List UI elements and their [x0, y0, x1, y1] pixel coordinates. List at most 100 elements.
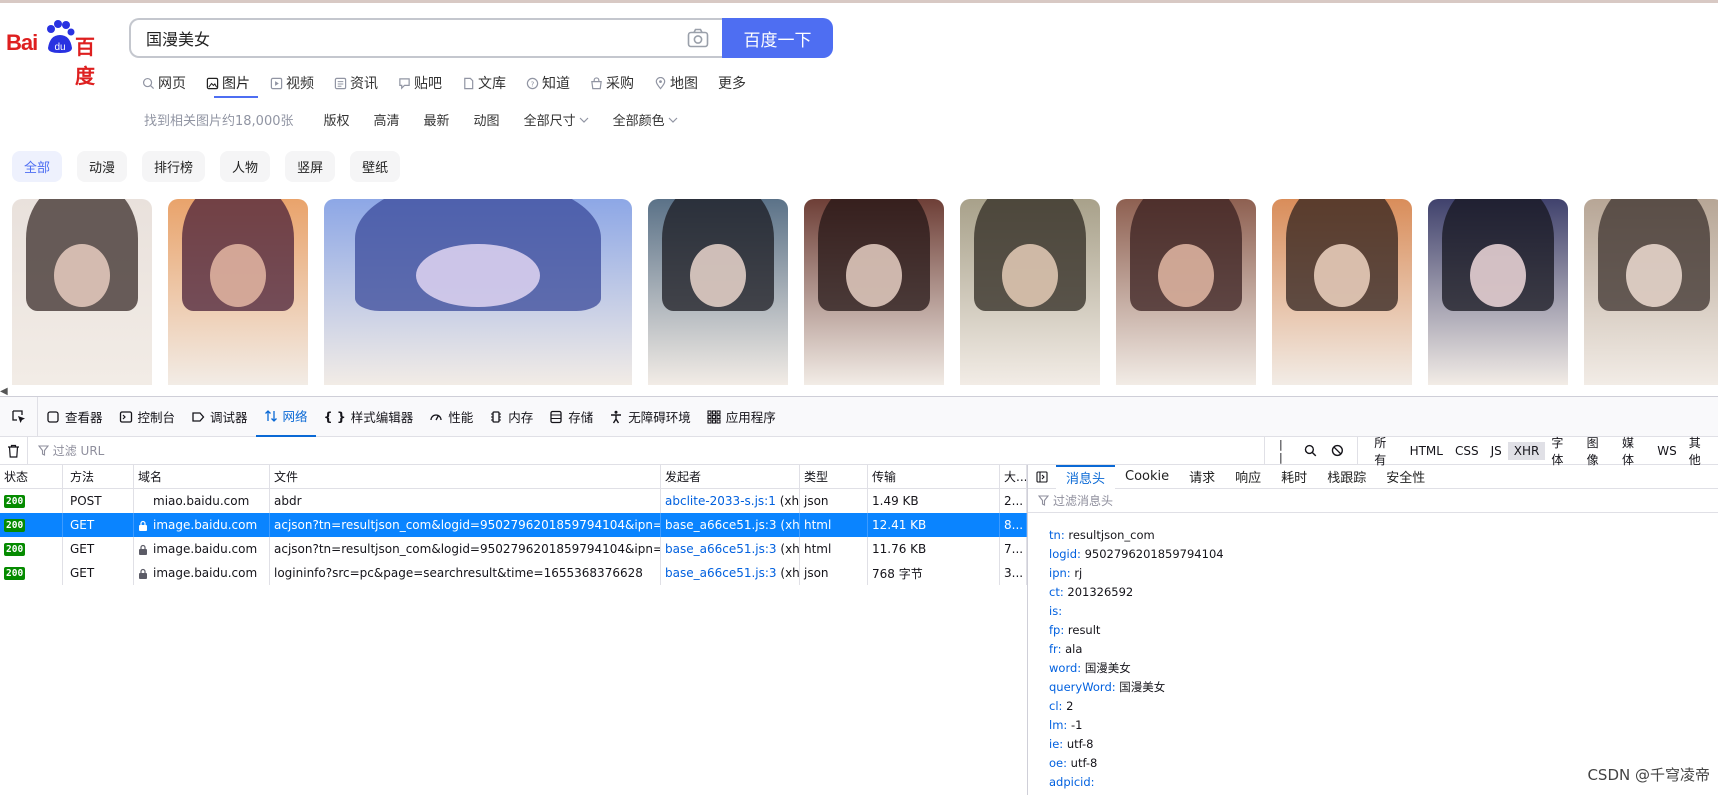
image-thumbnail[interactable] [1116, 199, 1256, 385]
url-filter-placeholder: 过滤 URL [52, 444, 105, 458]
type-xhr[interactable]: XHR [1507, 441, 1546, 460]
toggle-sidebar-button[interactable] [1028, 470, 1056, 483]
param-key: fr [1049, 642, 1058, 656]
cell-initiator[interactable]: base_a66ce51.js:3 (xhr) [661, 561, 800, 585]
nav-item-images[interactable]: 图片 [206, 72, 250, 94]
param-key: lm [1049, 718, 1064, 732]
baidu-logo[interactable]: Bai du 百度 [6, 20, 110, 88]
tag-portrait[interactable]: 竖屏 [285, 151, 336, 182]
nav-item-caigou[interactable]: 采购 [590, 72, 634, 94]
filter-copyright[interactable]: 版权 [324, 110, 350, 129]
filter-label: 最新 [423, 114, 450, 129]
type-other[interactable]: 其他 [1683, 432, 1718, 470]
tab-security[interactable]: 安全性 [1376, 465, 1435, 489]
column-transfer[interactable]: 传输 [868, 465, 1000, 488]
tab-debugger[interactable]: 调试器 [183, 397, 256, 437]
initiator-link[interactable]: base_a66ce51.js:3 [665, 518, 777, 532]
image-thumbnail[interactable] [648, 199, 788, 385]
tab-headers[interactable]: 消息头 [1056, 464, 1116, 489]
column-domain[interactable]: 域名 [134, 465, 270, 488]
image-thumbnail[interactable] [960, 199, 1100, 385]
url-filter-input[interactable]: 过滤 URL [28, 436, 1266, 465]
search-box[interactable] [129, 18, 723, 58]
table-row[interactable]: 200 GET image.baidu.com acjson?tn=resultjso… [0, 513, 1027, 537]
column-size[interactable]: 大... [1000, 465, 1027, 488]
tab-storage[interactable]: 存储 [541, 397, 601, 437]
column-status[interactable]: 状态 [0, 465, 63, 488]
type-html[interactable]: HTML [1404, 442, 1449, 460]
tag-ranking[interactable]: 排行榜 [142, 151, 206, 182]
tab-timings[interactable]: 耗时 [1271, 465, 1317, 489]
filter-color-dropdown[interactable]: 全部颜色 [613, 110, 678, 129]
image-thumbnail[interactable] [168, 199, 308, 385]
tab-response[interactable]: 响应 [1225, 465, 1271, 489]
nav-item-map[interactable]: 地图 [654, 72, 698, 94]
tag-all[interactable]: 全部 [12, 151, 63, 182]
headers-filter-input[interactable]: 过滤消息头 [1028, 489, 1718, 513]
status-badge: 200 [4, 542, 26, 556]
tab-memory[interactable]: 内存 [481, 397, 541, 437]
type-ws[interactable]: WS [1651, 442, 1682, 460]
table-row[interactable]: 200 GET image.baidu.com acjson?tn=resultjso… [0, 537, 1027, 561]
nav-item-wenku[interactable]: 文库 [462, 72, 506, 94]
filter-hd[interactable]: 高清 [374, 110, 400, 129]
type-media[interactable]: 媒体 [1616, 432, 1651, 470]
search-button[interactable]: 百度一下 [722, 18, 833, 58]
tag-anime[interactable]: 动漫 [77, 151, 128, 182]
tab-accessibility[interactable]: 无障碍环境 [601, 397, 699, 437]
tab-style-editor[interactable]: { } 样式编辑器 [316, 397, 422, 437]
tab-console[interactable]: 控制台 [111, 397, 184, 437]
search-input[interactable] [131, 20, 651, 56]
tab-cookie[interactable]: Cookie [1115, 465, 1179, 489]
cell-initiator[interactable]: abclite-2033-s.js:1 (xhr) [661, 489, 800, 513]
image-thumbnail[interactable] [1428, 199, 1568, 385]
nav-item-tieba[interactable]: 贴吧 [398, 72, 442, 94]
nav-item-zhidao[interactable]: ? 知道 [526, 72, 570, 94]
type-css[interactable]: CSS [1449, 442, 1485, 460]
image-thumbnail[interactable] [12, 199, 152, 385]
param-key: adpicid [1049, 775, 1091, 789]
clear-requests-button[interactable] [0, 436, 28, 465]
cell-initiator[interactable]: base_a66ce51.js:3 (xhr) [661, 537, 800, 561]
block-icon[interactable] [1331, 444, 1344, 457]
nav-item-more[interactable]: 更多 [718, 72, 746, 94]
column-type[interactable]: 类型 [800, 465, 868, 488]
type-font[interactable]: 字体 [1545, 432, 1580, 470]
filter-latest[interactable]: 最新 [424, 110, 450, 129]
cell-initiator[interactable]: base_a66ce51.js:3 (xhr) [661, 513, 800, 537]
tab-inspector[interactable]: 查看器 [38, 397, 111, 437]
tab-performance[interactable]: 性能 [421, 397, 481, 437]
initiator-link[interactable]: base_a66ce51.js:3 [665, 566, 777, 580]
image-thumbnail[interactable] [804, 199, 944, 385]
tab-network[interactable]: 网络 [255, 397, 316, 437]
nav-item-news[interactable]: 资讯 [334, 72, 378, 94]
search-icon[interactable] [1304, 444, 1317, 457]
filter-size-dropdown[interactable]: 全部尺寸 [524, 110, 589, 129]
tab-label: 内存 [508, 410, 534, 425]
memory-chip-icon [491, 410, 502, 423]
filter-animated[interactable]: 动图 [474, 110, 500, 129]
tag-people[interactable]: 人物 [220, 151, 271, 182]
camera-icon[interactable] [687, 28, 709, 48]
element-picker-button[interactable] [0, 396, 38, 437]
column-initiator[interactable]: 发起者 [661, 465, 800, 488]
tab-request[interactable]: 请求 [1179, 465, 1225, 489]
initiator-link[interactable]: base_a66ce51.js:3 [665, 542, 777, 556]
tab-stack-trace[interactable]: 栈跟踪 [1317, 465, 1376, 489]
tab-label: 无障碍环境 [628, 410, 691, 425]
tab-application[interactable]: 应用程序 [699, 397, 784, 437]
initiator-link[interactable]: abclite-2033-s.js:1 [665, 494, 776, 508]
type-js[interactable]: JS [1485, 442, 1508, 460]
image-thumbnail[interactable] [1272, 199, 1412, 385]
column-file[interactable]: 文件 [270, 465, 661, 488]
pause-icon[interactable]: | | [1279, 438, 1290, 464]
table-row[interactable]: 200 POST miao.baidu.com abdr abclite-2033-s.… [0, 489, 1027, 513]
nav-item-web[interactable]: 网页 [142, 72, 186, 94]
nav-item-video[interactable]: 视频 [270, 72, 314, 94]
table-row[interactable]: 200 GET image.baidu.com logininfo?src=pc&pa… [0, 561, 1027, 585]
column-method[interactable]: 方法 [63, 465, 134, 488]
tag-wallpaper[interactable]: 壁纸 [350, 151, 401, 182]
image-thumbnail[interactable] [1584, 199, 1718, 385]
image-thumbnail[interactable] [324, 199, 632, 385]
type-image[interactable]: 图像 [1581, 432, 1616, 470]
